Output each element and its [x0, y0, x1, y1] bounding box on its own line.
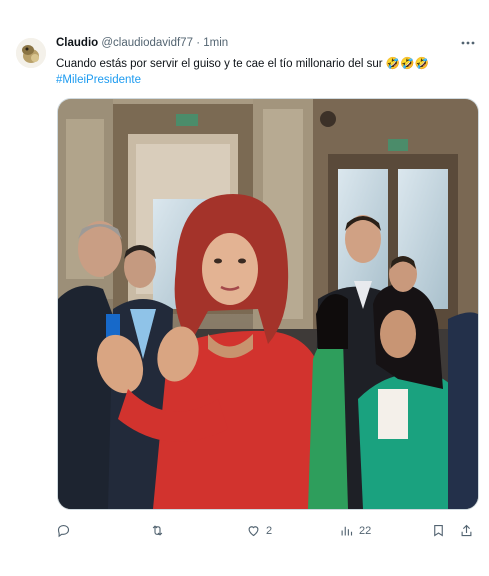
timestamp[interactable]: 1min — [203, 37, 228, 49]
separator: · — [196, 37, 201, 49]
tweet-text: Cuando estás por servir el guiso y te ca… — [56, 56, 476, 88]
more-options-icon[interactable] — [459, 36, 477, 50]
tweet-card: Claudio @claudiodavidf77 · 1min Cuando e… — [0, 0, 489, 576]
views-button[interactable]: 22 — [339, 523, 371, 538]
retweet-button[interactable] — [150, 523, 165, 538]
avatar-image — [16, 38, 46, 68]
tweet-actions: 2 22 — [56, 523, 476, 541]
share-button[interactable] — [459, 523, 474, 538]
author-handle[interactable]: @claudiodavidf77 — [101, 37, 193, 49]
bookmark-icon — [434, 524, 443, 537]
heart-icon — [248, 526, 259, 537]
like-button[interactable]: 2 — [246, 523, 272, 538]
tweet-body: Cuando estás por servir el guiso y te ca… — [56, 58, 429, 70]
reply-icon — [57, 524, 70, 538]
share-icon — [461, 524, 472, 537]
avatar[interactable] — [16, 38, 46, 68]
bookmark-button[interactable] — [431, 523, 446, 538]
photo-illustration — [58, 99, 478, 509]
views-icon — [341, 526, 353, 536]
like-count: 2 — [266, 524, 273, 537]
tweet-header: Claudio @claudiodavidf77 · 1min — [56, 37, 228, 49]
reply-button[interactable] — [56, 523, 71, 538]
hashtag-link[interactable]: #MileiPresidente — [56, 72, 476, 88]
retweet-icon — [152, 525, 163, 536]
author-name[interactable]: Claudio — [56, 37, 98, 49]
tweet-photo[interactable] — [57, 98, 479, 510]
views-count: 22 — [359, 524, 372, 537]
